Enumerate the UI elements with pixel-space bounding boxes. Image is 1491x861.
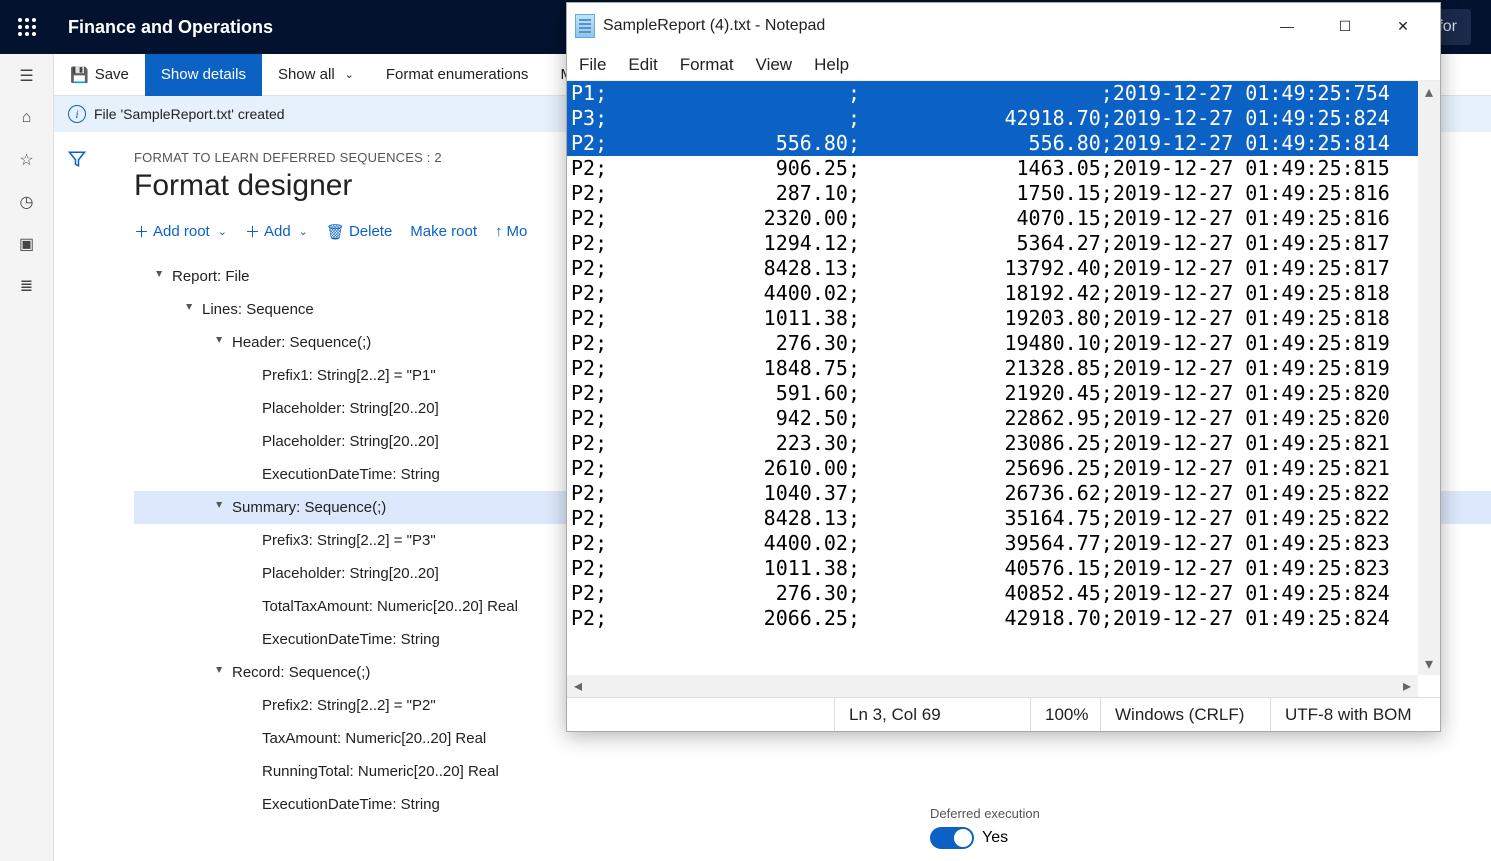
add-button[interactable]: ＋ Add ⌄ — [245, 221, 308, 242]
text-line: P2; 4400.02; 39564.77;2019-12-27 01:49:2… — [567, 531, 1440, 556]
info-icon: i — [68, 105, 86, 123]
tree-item-label: Lines: Sequence — [202, 301, 314, 318]
chevron-down-icon: ⌄ — [345, 68, 354, 81]
text-line: P1; ; ;2019-12-27 01:49:25:754 — [567, 81, 1440, 106]
close-button[interactable]: ✕ — [1374, 3, 1432, 49]
save-button[interactable]: 💾 Save — [54, 54, 145, 96]
notepad-text-area[interactable]: P1; ; ;2019-12-27 01:49:25:754P3; ; 4291… — [567, 81, 1440, 697]
scroll-down-icon[interactable]: ▾ — [1418, 653, 1440, 675]
text-line: P2; 591.60; 21920.45;2019-12-27 01:49:25… — [567, 381, 1440, 406]
text-line: P2; 1011.38; 40576.15;2019-12-27 01:49:2… — [567, 556, 1440, 581]
tree-item-label: Placeholder: String[20..20] — [262, 433, 439, 450]
info-message: File 'SampleReport.txt' created — [94, 106, 285, 122]
status-eol: Windows (CRLF) — [1100, 698, 1270, 731]
text-line: P2; 223.30; 23086.25;2019-12-27 01:49:25… — [567, 431, 1440, 456]
tree-item-label: RunningTotal: Numeric[20..20] Real — [262, 763, 499, 780]
caret-icon[interactable]: ▸ — [153, 271, 167, 283]
tree-item-label: ExecutionDateTime: String — [262, 796, 440, 813]
text-line: P2; 287.10; 1750.15;2019-12-27 01:49:25:… — [567, 181, 1440, 206]
vertical-scrollbar[interactable]: ▴ ▾ — [1418, 81, 1440, 675]
tree-item-label: Prefix3: String[2..2] = "P3" — [262, 532, 436, 549]
tree-item-label: Prefix2: String[2..2] = "P2" — [262, 697, 436, 714]
minimize-button[interactable]: — — [1258, 3, 1316, 49]
tree-item-label: ExecutionDateTime: String — [262, 631, 440, 648]
status-zoom: 100% — [1030, 698, 1100, 731]
caret-icon[interactable]: ▸ — [213, 667, 227, 679]
recent-icon[interactable]: ◷ — [17, 192, 37, 212]
tree-item-label: Header: Sequence(;) — [232, 334, 371, 351]
text-line: P2; 2610.00; 25696.25;2019-12-27 01:49:2… — [567, 456, 1440, 481]
text-line: P3; ; 42918.70;2019-12-27 01:49:25:824 — [567, 106, 1440, 131]
caret-icon[interactable]: ▸ — [183, 304, 197, 316]
text-line: P2; 276.30; 40852.45;2019-12-27 01:49:25… — [567, 581, 1440, 606]
menu-edit[interactable]: Edit — [624, 53, 661, 77]
text-line: P2; 2066.25; 42918.70;2019-12-27 01:49:2… — [567, 606, 1440, 631]
text-line: P2; 8428.13; 13792.40;2019-12-27 01:49:2… — [567, 256, 1440, 281]
list-icon[interactable]: ≣ — [17, 276, 37, 296]
status-position: Ln 3, Col 69 — [834, 698, 1030, 731]
menu-file[interactable]: File — [575, 53, 610, 77]
notepad-app-icon — [575, 14, 595, 38]
app-launcher-icon[interactable] — [0, 0, 54, 54]
text-line: P2; 556.80; 556.80;2019-12-27 01:49:25:8… — [567, 131, 1440, 156]
show-all-button[interactable]: Show all⌄ — [262, 54, 370, 96]
text-line: P2; 2320.00; 4070.15;2019-12-27 01:49:25… — [567, 206, 1440, 231]
menu-format[interactable]: Format — [676, 53, 738, 77]
format-enumerations-button[interactable]: Format enumerations — [370, 54, 545, 96]
scroll-up-icon[interactable]: ▴ — [1418, 81, 1440, 103]
add-root-button[interactable]: ＋ Add root ⌄ — [134, 221, 227, 242]
deferred-execution-panel: Deferred execution Yes — [930, 806, 1040, 849]
filter-icon[interactable] — [54, 132, 100, 861]
tree-item-label: Summary: Sequence(;) — [232, 499, 386, 516]
caret-icon[interactable]: ▸ — [213, 337, 227, 349]
text-line: P2; 1040.37; 26736.62;2019-12-27 01:49:2… — [567, 481, 1440, 506]
caret-icon[interactable]: ▸ — [213, 502, 227, 514]
menu-help[interactable]: Help — [810, 53, 853, 77]
menu-view[interactable]: View — [752, 53, 797, 77]
notepad-menu-bar: File Edit Format View Help — [567, 49, 1440, 81]
text-line: P2; 4400.02; 18192.42;2019-12-27 01:49:2… — [567, 281, 1440, 306]
tree-item-label: Placeholder: String[20..20] — [262, 565, 439, 582]
tree-item-label: Prefix1: String[2..2] = "P1" — [262, 367, 436, 384]
horizontal-scrollbar[interactable]: ◂ ▸ — [567, 675, 1418, 697]
home-icon[interactable]: ⌂ — [17, 108, 37, 128]
status-encoding: UTF-8 with BOM — [1270, 698, 1440, 731]
text-line: P2; 906.25; 1463.05;2019-12-27 01:49:25:… — [567, 156, 1440, 181]
text-line: P2; 1011.38; 19203.80;2019-12-27 01:49:2… — [567, 306, 1440, 331]
deferred-execution-label: Deferred execution — [930, 806, 1040, 821]
text-line: P2; 276.30; 19480.10;2019-12-27 01:49:25… — [567, 331, 1440, 356]
notepad-title: SampleReport (4).txt - Notepad — [603, 17, 825, 35]
delete-button[interactable]: 🗑 Delete — [326, 223, 392, 241]
text-line: P2; 942.50; 22862.95;2019-12-27 01:49:25… — [567, 406, 1440, 431]
deferred-execution-toggle[interactable] — [930, 827, 974, 849]
star-icon[interactable]: ☆ — [17, 150, 37, 170]
scroll-right-icon[interactable]: ▸ — [1396, 675, 1418, 697]
make-root-button[interactable]: Make root — [410, 223, 477, 240]
workspace-icon[interactable]: ▣ — [17, 234, 37, 254]
tree-item-label: ExecutionDateTime: String — [262, 466, 440, 483]
scroll-left-icon[interactable]: ◂ — [567, 675, 589, 697]
text-line: P2; 8428.13; 35164.75;2019-12-27 01:49:2… — [567, 506, 1440, 531]
text-line: P2; 1294.12; 5364.27;2019-12-27 01:49:25… — [567, 231, 1440, 256]
hamburger-icon[interactable]: ☰ — [17, 66, 37, 86]
tree-item[interactable]: ExecutionDateTime: String — [134, 788, 1491, 821]
tree-item-label: Record: Sequence(;) — [232, 664, 370, 681]
tree-item-label: Placeholder: String[20..20] — [262, 400, 439, 417]
deferred-execution-value: Yes — [982, 829, 1008, 847]
left-icon-rail: ☰ ⌂ ☆ ◷ ▣ ≣ — [0, 54, 54, 861]
notepad-window: SampleReport (4).txt - Notepad — ☐ ✕ Fil… — [566, 2, 1441, 732]
maximize-button[interactable]: ☐ — [1316, 3, 1374, 49]
tree-item-label: TaxAmount: Numeric[20..20] Real — [262, 730, 486, 747]
tree-item[interactable]: RunningTotal: Numeric[20..20] Real — [134, 755, 1491, 788]
notepad-title-bar[interactable]: SampleReport (4).txt - Notepad — ☐ ✕ — [567, 3, 1440, 49]
tree-item-label: Report: File — [172, 268, 250, 285]
text-line: P2; 1848.75; 21328.85;2019-12-27 01:49:2… — [567, 356, 1440, 381]
show-details-button[interactable]: Show details — [145, 54, 262, 96]
notepad-status-bar: Ln 3, Col 69 100% Windows (CRLF) UTF-8 w… — [567, 697, 1440, 731]
move-button[interactable]: ↑ Mo — [495, 223, 527, 240]
app-title: Finance and Operations — [68, 17, 273, 38]
tree-item-label: TotalTaxAmount: Numeric[20..20] Real — [262, 598, 518, 615]
save-icon: 💾 — [70, 66, 89, 84]
